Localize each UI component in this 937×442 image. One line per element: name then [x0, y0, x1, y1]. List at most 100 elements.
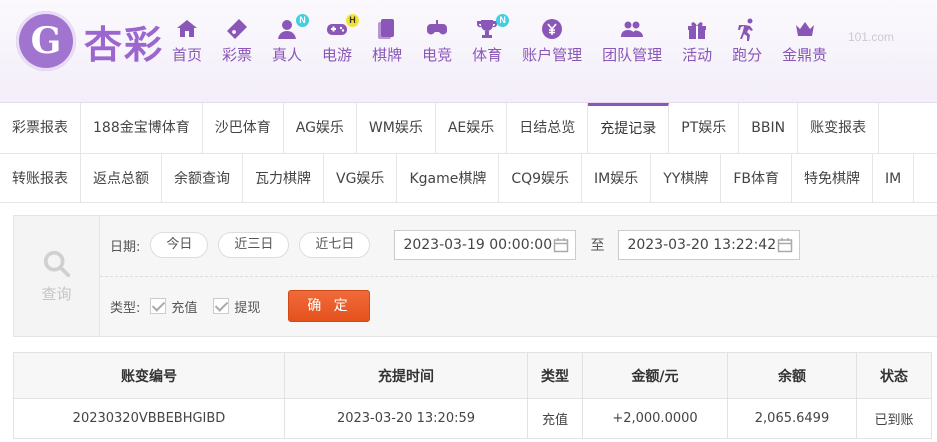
type-filter-row: 类型: 充值 提现 确 定: [110, 290, 371, 322]
date-label: 日期:: [110, 239, 141, 255]
col-header-type: 类型: [527, 352, 583, 399]
new-badge: N: [496, 14, 510, 27]
team-icon: [620, 16, 644, 42]
nav-activity[interactable]: 活动: [682, 16, 712, 65]
nav-esports[interactable]: 电竞: [422, 16, 452, 65]
type-withdraw-checkbox[interactable]: 提现: [213, 297, 260, 316]
checkbox-checked-icon: [150, 298, 167, 314]
range-today-button[interactable]: 今日: [150, 232, 209, 258]
run-icon: [735, 16, 759, 42]
watermark-text: 101.com: [848, 30, 895, 44]
type-withdraw-label: 提现: [234, 300, 261, 316]
query-label: 查询: [41, 284, 72, 303]
search-icon: [43, 250, 70, 277]
query-button[interactable]: 查询: [14, 216, 100, 336]
tab-bbin[interactable]: BBIN: [739, 103, 799, 153]
brand-logo[interactable]: G 杏彩: [16, 11, 164, 71]
cell-type: 充值: [527, 398, 583, 439]
filter-divider: [100, 276, 937, 277]
tab-deposit-withdraw-records[interactable]: 充提记录: [588, 103, 670, 153]
type-deposit-label: 充值: [171, 300, 198, 316]
tab-ag[interactable]: AG娱乐: [284, 103, 357, 153]
nav-label: 棋牌: [372, 46, 403, 64]
tab-kgame-chess[interactable]: Kgame棋牌: [397, 154, 500, 202]
tab-saba-sports[interactable]: 沙巴体育: [203, 103, 284, 153]
col-header-id: 账变编号: [13, 352, 285, 399]
cell-id: 20230320VBBEBHGIBD: [13, 398, 285, 439]
esports-icon: [425, 16, 449, 42]
nav-lottery[interactable]: 彩票: [222, 16, 252, 65]
cell-status: 已到账: [856, 398, 932, 439]
range-3days-button[interactable]: 近三日: [218, 232, 290, 258]
nav-slots[interactable]: H 电游: [322, 14, 360, 65]
tab-188-sports[interactable]: 188金宝博体育: [81, 103, 203, 153]
nav-vip[interactable]: 金鼎贵: [782, 16, 827, 65]
tab-yy-chess[interactable]: YY棋牌: [651, 154, 722, 202]
tab-cq9[interactable]: CQ9娱乐: [499, 154, 583, 202]
tab-fb-sports[interactable]: FB体育: [721, 154, 793, 202]
report-tabs: 彩票报表 188金宝博体育 沙巴体育 AG娱乐 WM娱乐 AE娱乐 日结总览 充…: [0, 103, 937, 203]
records-table: 账变编号 充提时间 类型 金额/元 余额 状态 20230320VBBEBHGI…: [13, 352, 932, 439]
gift-icon: [685, 16, 709, 42]
table-row: 20230320VBBEBHGIBD 2023-03-20 13:20:59 充…: [13, 398, 932, 439]
table-header-row: 账变编号 充提时间 类型 金额/元 余额 状态: [13, 352, 932, 399]
tab-daily-summary[interactable]: 日结总览: [507, 103, 589, 153]
nav-label: 账户管理: [522, 46, 583, 64]
type-label: 类型:: [110, 300, 141, 316]
cell-balance: 2,065.6499: [727, 398, 857, 439]
nav-chess[interactable]: 棋牌: [372, 16, 402, 65]
tab-wali-chess[interactable]: 瓦力棋牌: [243, 154, 324, 202]
tab-pt[interactable]: PT娱乐: [669, 103, 740, 153]
nav-label: 金鼎贵: [782, 46, 828, 64]
dealer-icon: N: [275, 14, 310, 42]
hot-badge: H: [346, 14, 360, 27]
start-date-value: 2023-03-19 00:00:00: [403, 237, 553, 253]
vip-icon: [793, 16, 817, 42]
nav-label: 活动: [682, 46, 713, 64]
tab-account-change-report[interactable]: 账变报表: [798, 103, 880, 153]
nav-account[interactable]: 账户管理: [522, 16, 582, 65]
confirm-button[interactable]: 确 定: [288, 290, 371, 322]
end-date-value: 2023-03-20 13:22:42: [627, 237, 777, 253]
tab-vg[interactable]: VG娱乐: [324, 154, 398, 202]
checkbox-checked-icon: [213, 298, 230, 314]
type-deposit-checkbox[interactable]: 充值: [150, 297, 197, 316]
nav-running[interactable]: 跑分: [732, 16, 762, 65]
nav-label: 体育: [472, 46, 503, 64]
tab-im[interactable]: IM娱乐: [582, 154, 652, 202]
cards-icon: [375, 16, 399, 42]
col-header-amount: 金额/元: [582, 352, 728, 399]
ticket-icon: [225, 16, 249, 42]
to-label: 至: [590, 238, 605, 254]
tab-rebate-total[interactable]: 返点总额: [81, 154, 162, 202]
tab-balance-query[interactable]: 余额查询: [162, 154, 243, 202]
gamepad-icon: H: [325, 14, 360, 42]
top-header: G 杏彩 首页 彩票 N 真人 H 电游 棋牌 电竞 N 体育 账户管理 团队管…: [0, 0, 937, 103]
nav-home[interactable]: 首页: [172, 16, 202, 65]
nav-label: 真人: [272, 46, 303, 64]
tab-wm[interactable]: WM娱乐: [357, 103, 436, 153]
range-7days-button[interactable]: 近七日: [299, 232, 371, 258]
cell-time: 2023-03-20 13:20:59: [284, 398, 528, 439]
tab-temian-chess[interactable]: 特免棋牌: [792, 154, 874, 202]
brand-name: 杏彩: [84, 21, 165, 67]
tab-im-more[interactable]: IM: [873, 154, 915, 202]
nav-label: 团队管理: [602, 46, 663, 64]
new-badge: N: [296, 14, 310, 27]
nav-label: 电竞: [422, 46, 453, 64]
nav-team[interactable]: 团队管理: [602, 16, 662, 65]
start-date-input[interactable]: 2023-03-19 00:00:00: [394, 230, 577, 260]
cell-amount: +2,000.0000: [582, 398, 728, 439]
end-date-input[interactable]: 2023-03-20 13:22:42: [618, 230, 801, 260]
trophy-icon: N: [475, 14, 510, 42]
nav-live[interactable]: N 真人: [272, 14, 310, 65]
nav-label: 电游: [322, 46, 353, 64]
tab-row-1: 彩票报表 188金宝博体育 沙巴体育 AG娱乐 WM娱乐 AE娱乐 日结总览 充…: [0, 103, 937, 153]
nav-sports[interactable]: N 体育: [472, 14, 510, 65]
tab-transfer-report[interactable]: 转账报表: [0, 154, 81, 202]
tab-ae[interactable]: AE娱乐: [436, 103, 508, 153]
yen-icon: [540, 16, 564, 42]
home-icon: [175, 16, 199, 42]
date-filter-row: 日期: 今日 近三日 近七日 2023-03-19 00:00:00 至 202…: [110, 230, 801, 260]
tab-lottery-report[interactable]: 彩票报表: [0, 103, 81, 153]
